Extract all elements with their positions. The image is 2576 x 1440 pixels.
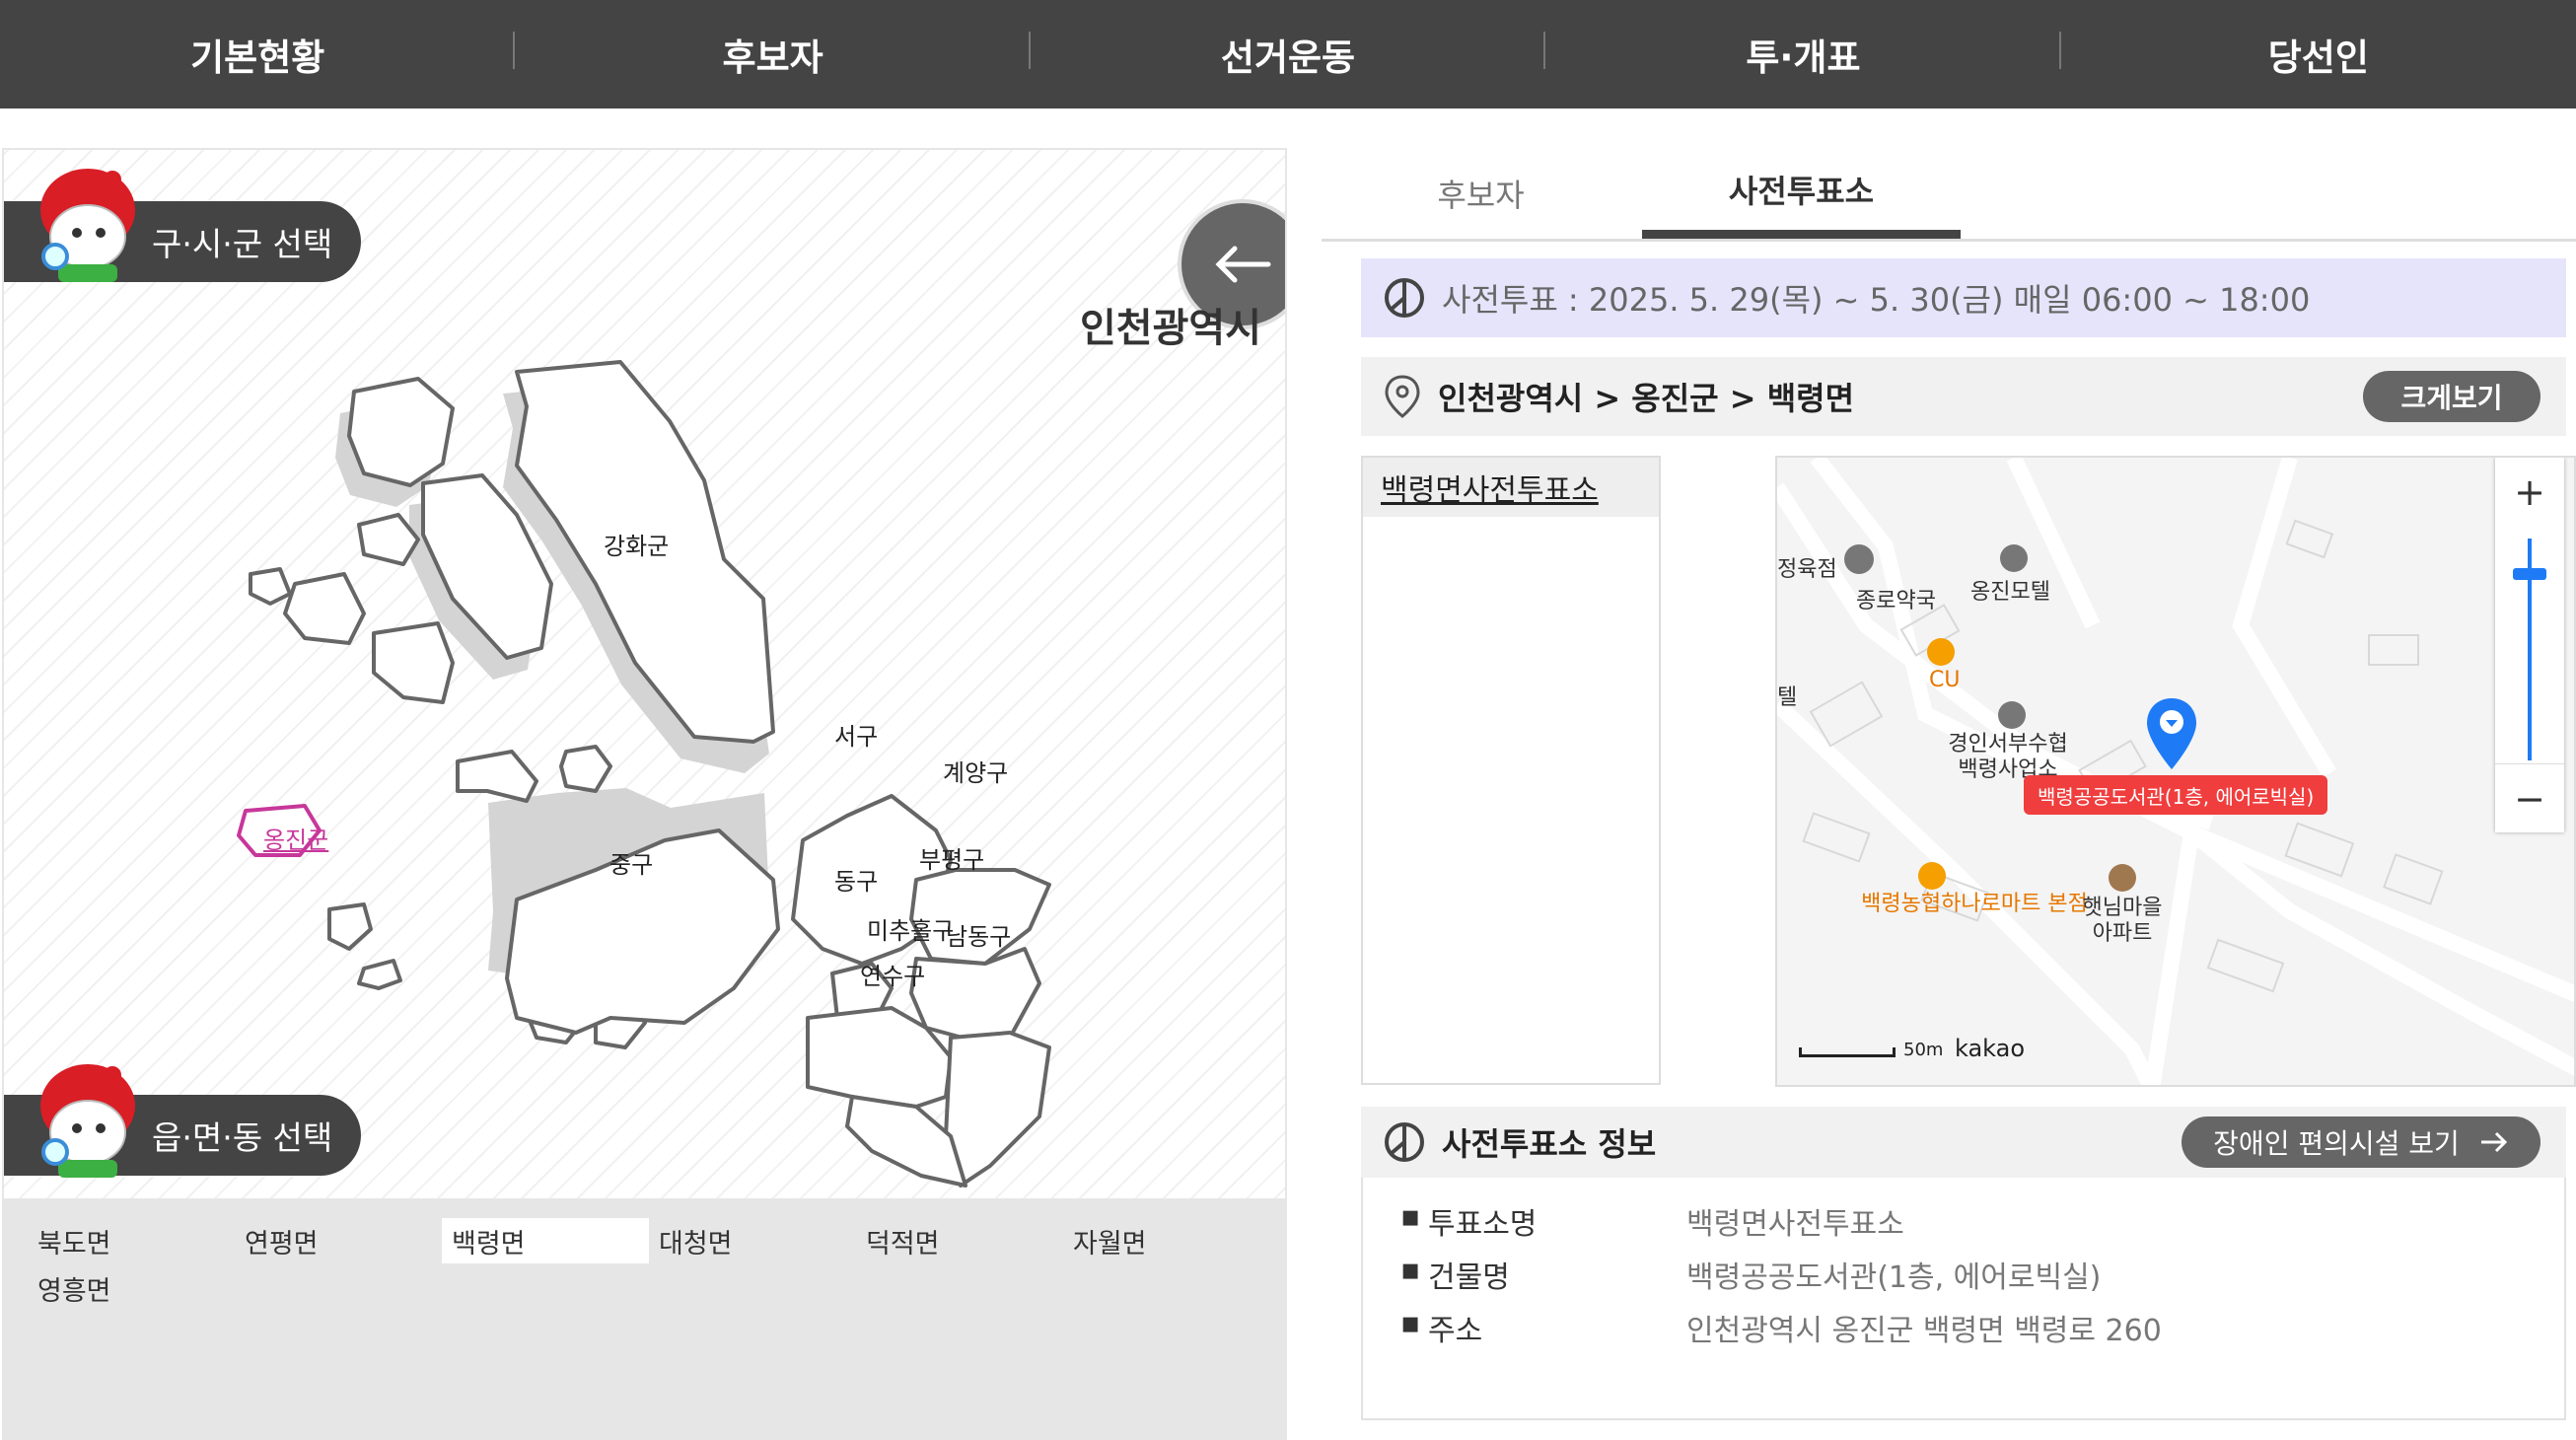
poi-apartment[interactable]: 햇님마을 아파트 — [2071, 896, 2174, 947]
poi-butcher[interactable]: 정육점 — [1777, 551, 1837, 583]
nav-label: 투·개표 — [1746, 36, 1861, 79]
info-row: ▪ 주소 인천광역시 옹진군 백령면 백령로 260 — [1400, 1306, 2162, 1349]
poi-motel-icon — [2000, 544, 2028, 572]
mart-icon — [1918, 862, 1946, 890]
convenience-store-icon — [1927, 638, 1955, 666]
dong-item[interactable]: 영흥면 — [28, 1265, 235, 1311]
poi-motel[interactable]: 옹진모텔 — [1970, 574, 2050, 606]
info-row: ▪ 건물명 백령공공도서관(1층, 에어로빅실) — [1400, 1253, 2101, 1296]
info-value: 백령면사전투표소 — [1686, 1207, 1904, 1242]
location-pin-icon — [1385, 375, 1420, 418]
bullet-icon: ▪ — [1400, 1306, 1421, 1340]
scale-label: 50m — [1903, 1040, 1944, 1060]
nav-item-voting[interactable]: 투·개표 — [1545, 0, 2061, 108]
info-key: 주소 — [1428, 1314, 1483, 1348]
dong-item[interactable]: 대청면 — [649, 1218, 856, 1263]
nav-item-winners[interactable]: 당선인 — [2061, 0, 2576, 108]
district-label-namdong[interactable]: 남동구 — [946, 917, 1011, 952]
period-text: 사전투표 : 2025. 5. 29(목) ~ 5. 30(금) 매일 06:0… — [1442, 281, 2311, 319]
sigungu-title: 구·시·군 선택 — [152, 225, 333, 263]
location-path: 인천광역시 > 옹진군 > 백령면 — [1438, 380, 1855, 417]
district-label-ganghwa[interactable]: 강화군 — [604, 527, 669, 561]
poi-tel[interactable]: 텔 — [1777, 680, 1797, 711]
district-label-donggu[interactable]: 동구 — [834, 862, 878, 897]
tab-bar: 후보자 사전투표소 — [1322, 148, 2576, 242]
district-label-yeonsu[interactable]: 연수구 — [860, 957, 925, 991]
emd-title: 읍·면·동 선택 — [152, 1118, 333, 1157]
nav-label: 선거운동 — [1220, 36, 1356, 79]
poi-hanaro-mart[interactable]: 백령농협하나로마트 본점 — [1856, 892, 2093, 917]
early-voting-period: 사전투표 : 2025. 5. 29(목) ~ 5. 30(금) 매일 06:0… — [1361, 258, 2566, 337]
bullet-icon: ▪ — [1400, 1199, 1421, 1234]
nav-item-campaign[interactable]: 선거운동 — [1031, 0, 1546, 108]
station-list-item[interactable]: 백령면사전투표소 — [1363, 458, 1659, 517]
arrow-right-icon — [2480, 1131, 2507, 1153]
poi-cu[interactable]: CU — [1929, 668, 1960, 692]
zoom-out-button[interactable]: − — [2495, 763, 2564, 833]
dong-list: 북도면 연평면 백령면 대청면 덕적면 자월면 영흥면 — [4, 1198, 1285, 1438]
marker-label[interactable]: 백령공공도서관(1층, 에어로빅실) — [2024, 775, 2328, 815]
arrow-left-icon — [1215, 246, 1271, 283]
dong-item[interactable]: 덕적면 — [856, 1218, 1063, 1263]
district-bupyeong — [909, 947, 1041, 1044]
dong-item[interactable]: 자월면 — [1063, 1218, 1270, 1263]
info-row: ▪ 투표소명 백령면사전투표소 — [1400, 1199, 1904, 1243]
clock-icon — [1385, 278, 1424, 318]
facility-button[interactable]: 장애인 편의시설 보기 — [2182, 1116, 2540, 1168]
mascot-icon — [40, 1064, 135, 1178]
district-namdong — [944, 1031, 1051, 1188]
poi-pharmacy[interactable]: 종로약국 — [1856, 583, 1936, 614]
station-info-body: ▪ 투표소명 백령면사전투표소 ▪ 건물명 백령공공도서관(1층, 에어로빅실) ▪ 주소… — [1361, 1178, 2566, 1420]
dong-item[interactable]: 연평면 — [235, 1218, 442, 1263]
station-info-header: 사전투표소 정보 장애인 편의시설 보기 — [1361, 1107, 2566, 1178]
district-label-ongjin[interactable]: 옹진군 — [263, 821, 328, 855]
zoom-in-button[interactable]: + — [2495, 458, 2564, 527]
scale-bar — [1799, 1047, 1896, 1057]
info-key: 투표소명 — [1428, 1207, 1538, 1242]
district-label-michuhol[interactable]: 미추홀구 — [867, 911, 954, 946]
mascot-icon — [40, 169, 135, 282]
zoom-control: + − — [2495, 458, 2564, 832]
map-brand-logo[interactable]: kakao — [1955, 1035, 2025, 1062]
bullet-icon: ▪ — [1400, 1253, 1421, 1287]
district-label-seogu[interactable]: 서구 — [834, 717, 878, 752]
nav-label: 기본현황 — [190, 36, 325, 79]
poi-pharmacy-icon — [1844, 544, 1874, 574]
station-info-title: 사전투표소 정보 — [1442, 1125, 1657, 1163]
station-list: 백령면사전투표소 — [1361, 456, 1661, 1085]
tab-early-voting[interactable]: 사전투표소 — [1642, 148, 1961, 239]
zoom-slider-handle[interactable] — [2513, 568, 2546, 580]
district-label-bupyeong[interactable]: 부평구 — [919, 840, 984, 875]
nav-item-basic[interactable]: 기본현황 — [0, 0, 516, 108]
tab-candidates[interactable]: 후보자 — [1322, 148, 1640, 239]
dong-item-selected[interactable]: 백령면 — [442, 1218, 649, 1263]
district-label-junggu[interactable]: 중구 — [609, 845, 653, 880]
map-marker-icon[interactable] — [2144, 696, 2199, 773]
top-nav: 기본현황 후보자 선거운동 투·개표 당선인 — [0, 0, 2576, 108]
poi-suhyup-icon — [1998, 701, 2026, 729]
kakao-map[interactable]: 정육점 종로약국 옹진모텔 CU 텔 경인서부수협 백령사업소 백령농협하나로마… — [1775, 456, 2576, 1087]
nav-label: 당선인 — [2267, 36, 2369, 79]
apartment-icon — [2109, 864, 2136, 892]
nav-item-candidates[interactable]: 후보자 — [515, 0, 1031, 108]
clock-icon — [1385, 1122, 1424, 1162]
info-key: 건물명 — [1428, 1260, 1510, 1295]
dong-item[interactable]: 북도면 — [28, 1218, 235, 1263]
district-map-panel: 구·시·군 선택 인천광역시 강화군 서구 계양구 옹진군 중구 부평구 동구 … — [2, 148, 1287, 1440]
facility-button-label: 장애인 편의시설 보기 — [2213, 1127, 2460, 1160]
location-bar: 인천광역시 > 옹진군 > 백령면 크게보기 — [1361, 357, 2566, 436]
city-title: 인천광역시 — [1080, 306, 1261, 351]
info-value: 인천광역시 옹진군 백령면 백령로 260 — [1686, 1314, 2162, 1348]
nav-label: 후보자 — [722, 36, 823, 79]
enlarge-button[interactable]: 크게보기 — [2363, 371, 2540, 422]
info-value: 백령공공도서관(1층, 에어로빅실) — [1686, 1260, 2102, 1295]
district-label-gyeyang[interactable]: 계양구 — [943, 754, 1008, 788]
